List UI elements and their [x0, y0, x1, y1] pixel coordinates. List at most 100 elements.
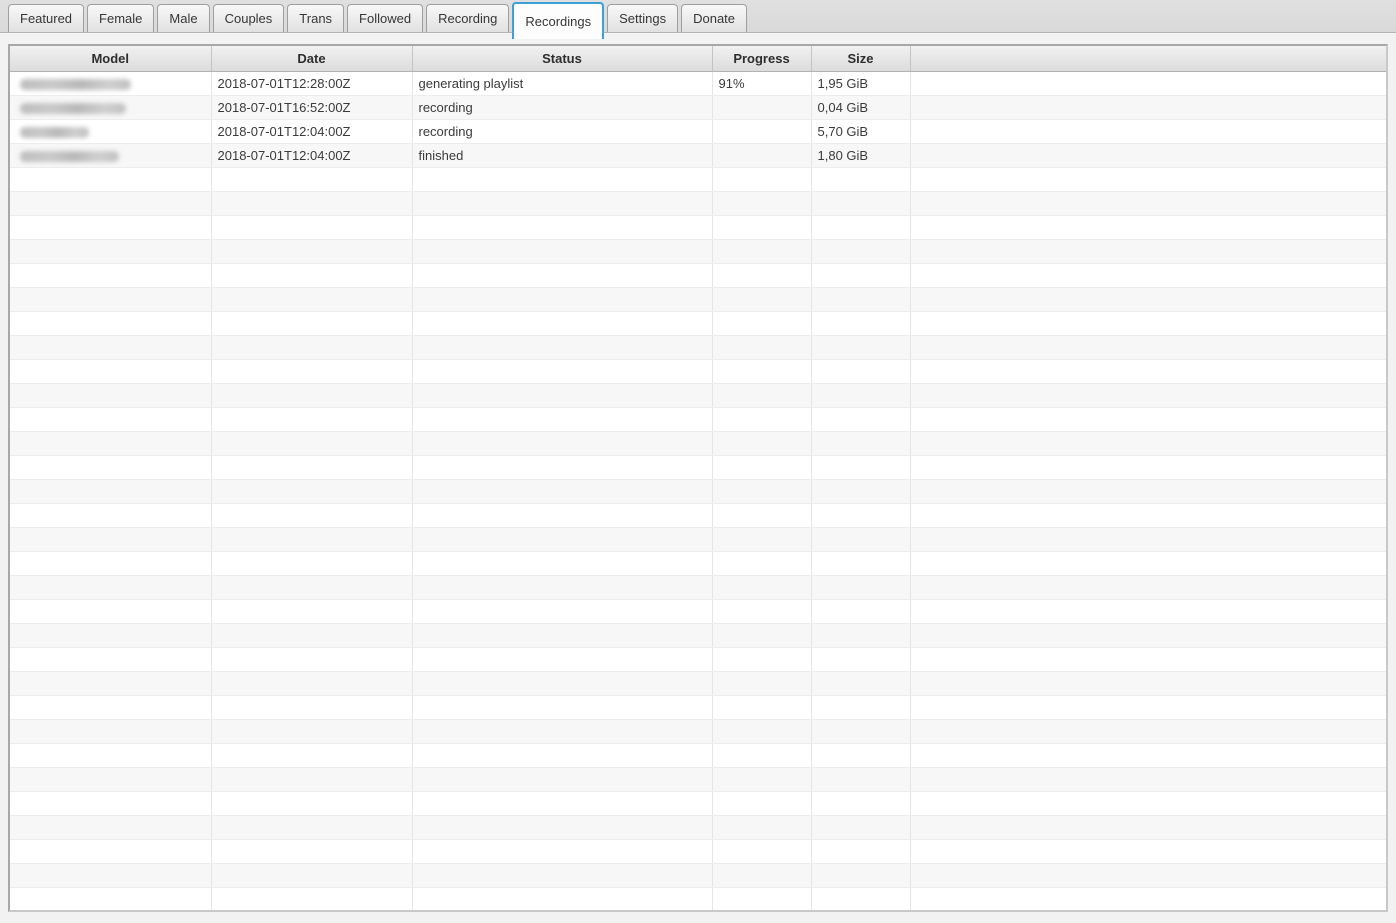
empty-cell	[10, 791, 211, 815]
empty-row	[10, 527, 1386, 551]
cell-empty	[910, 143, 1386, 167]
empty-row	[10, 647, 1386, 671]
empty-cell	[811, 287, 910, 311]
model-name-redacted	[20, 103, 126, 114]
cell-date: 2018-07-01T16:52:00Z	[211, 95, 412, 119]
empty-cell	[10, 599, 211, 623]
empty-cell	[712, 311, 811, 335]
cell-date: 2018-07-01T12:04:00Z	[211, 143, 412, 167]
application-window: Featured Female Male Couples Trans Follo…	[0, 0, 1396, 923]
cell-progress	[712, 143, 811, 167]
empty-cell	[211, 599, 412, 623]
cell-empty	[910, 119, 1386, 143]
cell-progress	[712, 95, 811, 119]
tab-male[interactable]: Male	[157, 4, 209, 32]
empty-cell	[412, 695, 712, 719]
empty-cell	[412, 335, 712, 359]
empty-row	[10, 431, 1386, 455]
empty-cell	[712, 263, 811, 287]
empty-cell	[712, 239, 811, 263]
empty-row	[10, 767, 1386, 791]
recordings-grid: Model Date Status Progress Size 2018-07-…	[10, 46, 1386, 912]
empty-cell	[811, 383, 910, 407]
recording-row[interactable]: 2018-07-01T12:28:00Z generating playlist…	[10, 71, 1386, 95]
empty-cell	[910, 239, 1386, 263]
empty-cell	[910, 815, 1386, 839]
empty-cell	[910, 839, 1386, 863]
empty-row	[10, 863, 1386, 887]
empty-cell	[412, 791, 712, 815]
empty-cell	[811, 863, 910, 887]
empty-cell	[412, 455, 712, 479]
empty-cell	[712, 407, 811, 431]
empty-cell	[910, 503, 1386, 527]
recording-row[interactable]: 2018-07-01T16:52:00Z recording 0,04 GiB	[10, 95, 1386, 119]
cell-empty	[910, 71, 1386, 95]
tab-trans[interactable]: Trans	[287, 4, 344, 32]
empty-cell	[10, 239, 211, 263]
tab-female[interactable]: Female	[87, 4, 154, 32]
tab-followed[interactable]: Followed	[347, 4, 423, 32]
empty-cell	[712, 863, 811, 887]
column-header-empty[interactable]	[910, 46, 1386, 71]
empty-cell	[412, 839, 712, 863]
empty-row	[10, 455, 1386, 479]
empty-cell	[910, 335, 1386, 359]
empty-cell	[910, 719, 1386, 743]
empty-cell	[211, 335, 412, 359]
tab-featured[interactable]: Featured	[8, 4, 84, 32]
empty-cell	[10, 383, 211, 407]
empty-cell	[412, 815, 712, 839]
empty-cell	[811, 647, 910, 671]
tab-recording[interactable]: Recording	[426, 4, 509, 32]
empty-cell	[412, 719, 712, 743]
tab-donate[interactable]: Donate	[681, 4, 747, 32]
empty-cell	[712, 215, 811, 239]
empty-cell	[811, 527, 910, 551]
cell-date: 2018-07-01T12:04:00Z	[211, 119, 412, 143]
empty-cell	[811, 479, 910, 503]
empty-cell	[211, 767, 412, 791]
empty-cell	[211, 503, 412, 527]
empty-cell	[10, 695, 211, 719]
empty-cell	[811, 791, 910, 815]
tab-recordings-active[interactable]: Recordings	[512, 2, 604, 39]
empty-row	[10, 815, 1386, 839]
empty-row	[10, 191, 1386, 215]
column-header-date[interactable]: Date	[211, 46, 412, 71]
empty-cell	[811, 215, 910, 239]
empty-row	[10, 791, 1386, 815]
cell-empty	[910, 95, 1386, 119]
tab-settings[interactable]: Settings	[607, 4, 678, 32]
empty-cell	[412, 575, 712, 599]
empty-cell	[910, 623, 1386, 647]
empty-row	[10, 599, 1386, 623]
column-header-progress[interactable]: Progress	[712, 46, 811, 71]
empty-row	[10, 479, 1386, 503]
empty-cell	[412, 263, 712, 287]
empty-cell	[10, 647, 211, 671]
recording-row[interactable]: 2018-07-01T12:04:00Z finished 1,80 GiB	[10, 143, 1386, 167]
empty-cell	[811, 311, 910, 335]
column-header-model[interactable]: Model	[10, 46, 211, 71]
empty-cell	[10, 311, 211, 335]
column-header-size[interactable]: Size	[811, 46, 910, 71]
empty-cell	[412, 503, 712, 527]
empty-cell	[712, 455, 811, 479]
empty-cell	[811, 455, 910, 479]
empty-cell	[10, 839, 211, 863]
empty-row	[10, 503, 1386, 527]
tab-couples[interactable]: Couples	[213, 4, 285, 32]
empty-cell	[910, 311, 1386, 335]
empty-cell	[412, 287, 712, 311]
empty-cell	[910, 767, 1386, 791]
column-header-status[interactable]: Status	[412, 46, 712, 71]
empty-cell	[412, 383, 712, 407]
empty-cell	[10, 815, 211, 839]
empty-cell	[811, 407, 910, 431]
empty-cell	[412, 407, 712, 431]
table-header: Model Date Status Progress Size	[10, 46, 1386, 71]
recording-row[interactable]: 2018-07-01T12:04:00Z recording 5,70 GiB	[10, 119, 1386, 143]
empty-cell	[211, 719, 412, 743]
empty-cell	[412, 479, 712, 503]
